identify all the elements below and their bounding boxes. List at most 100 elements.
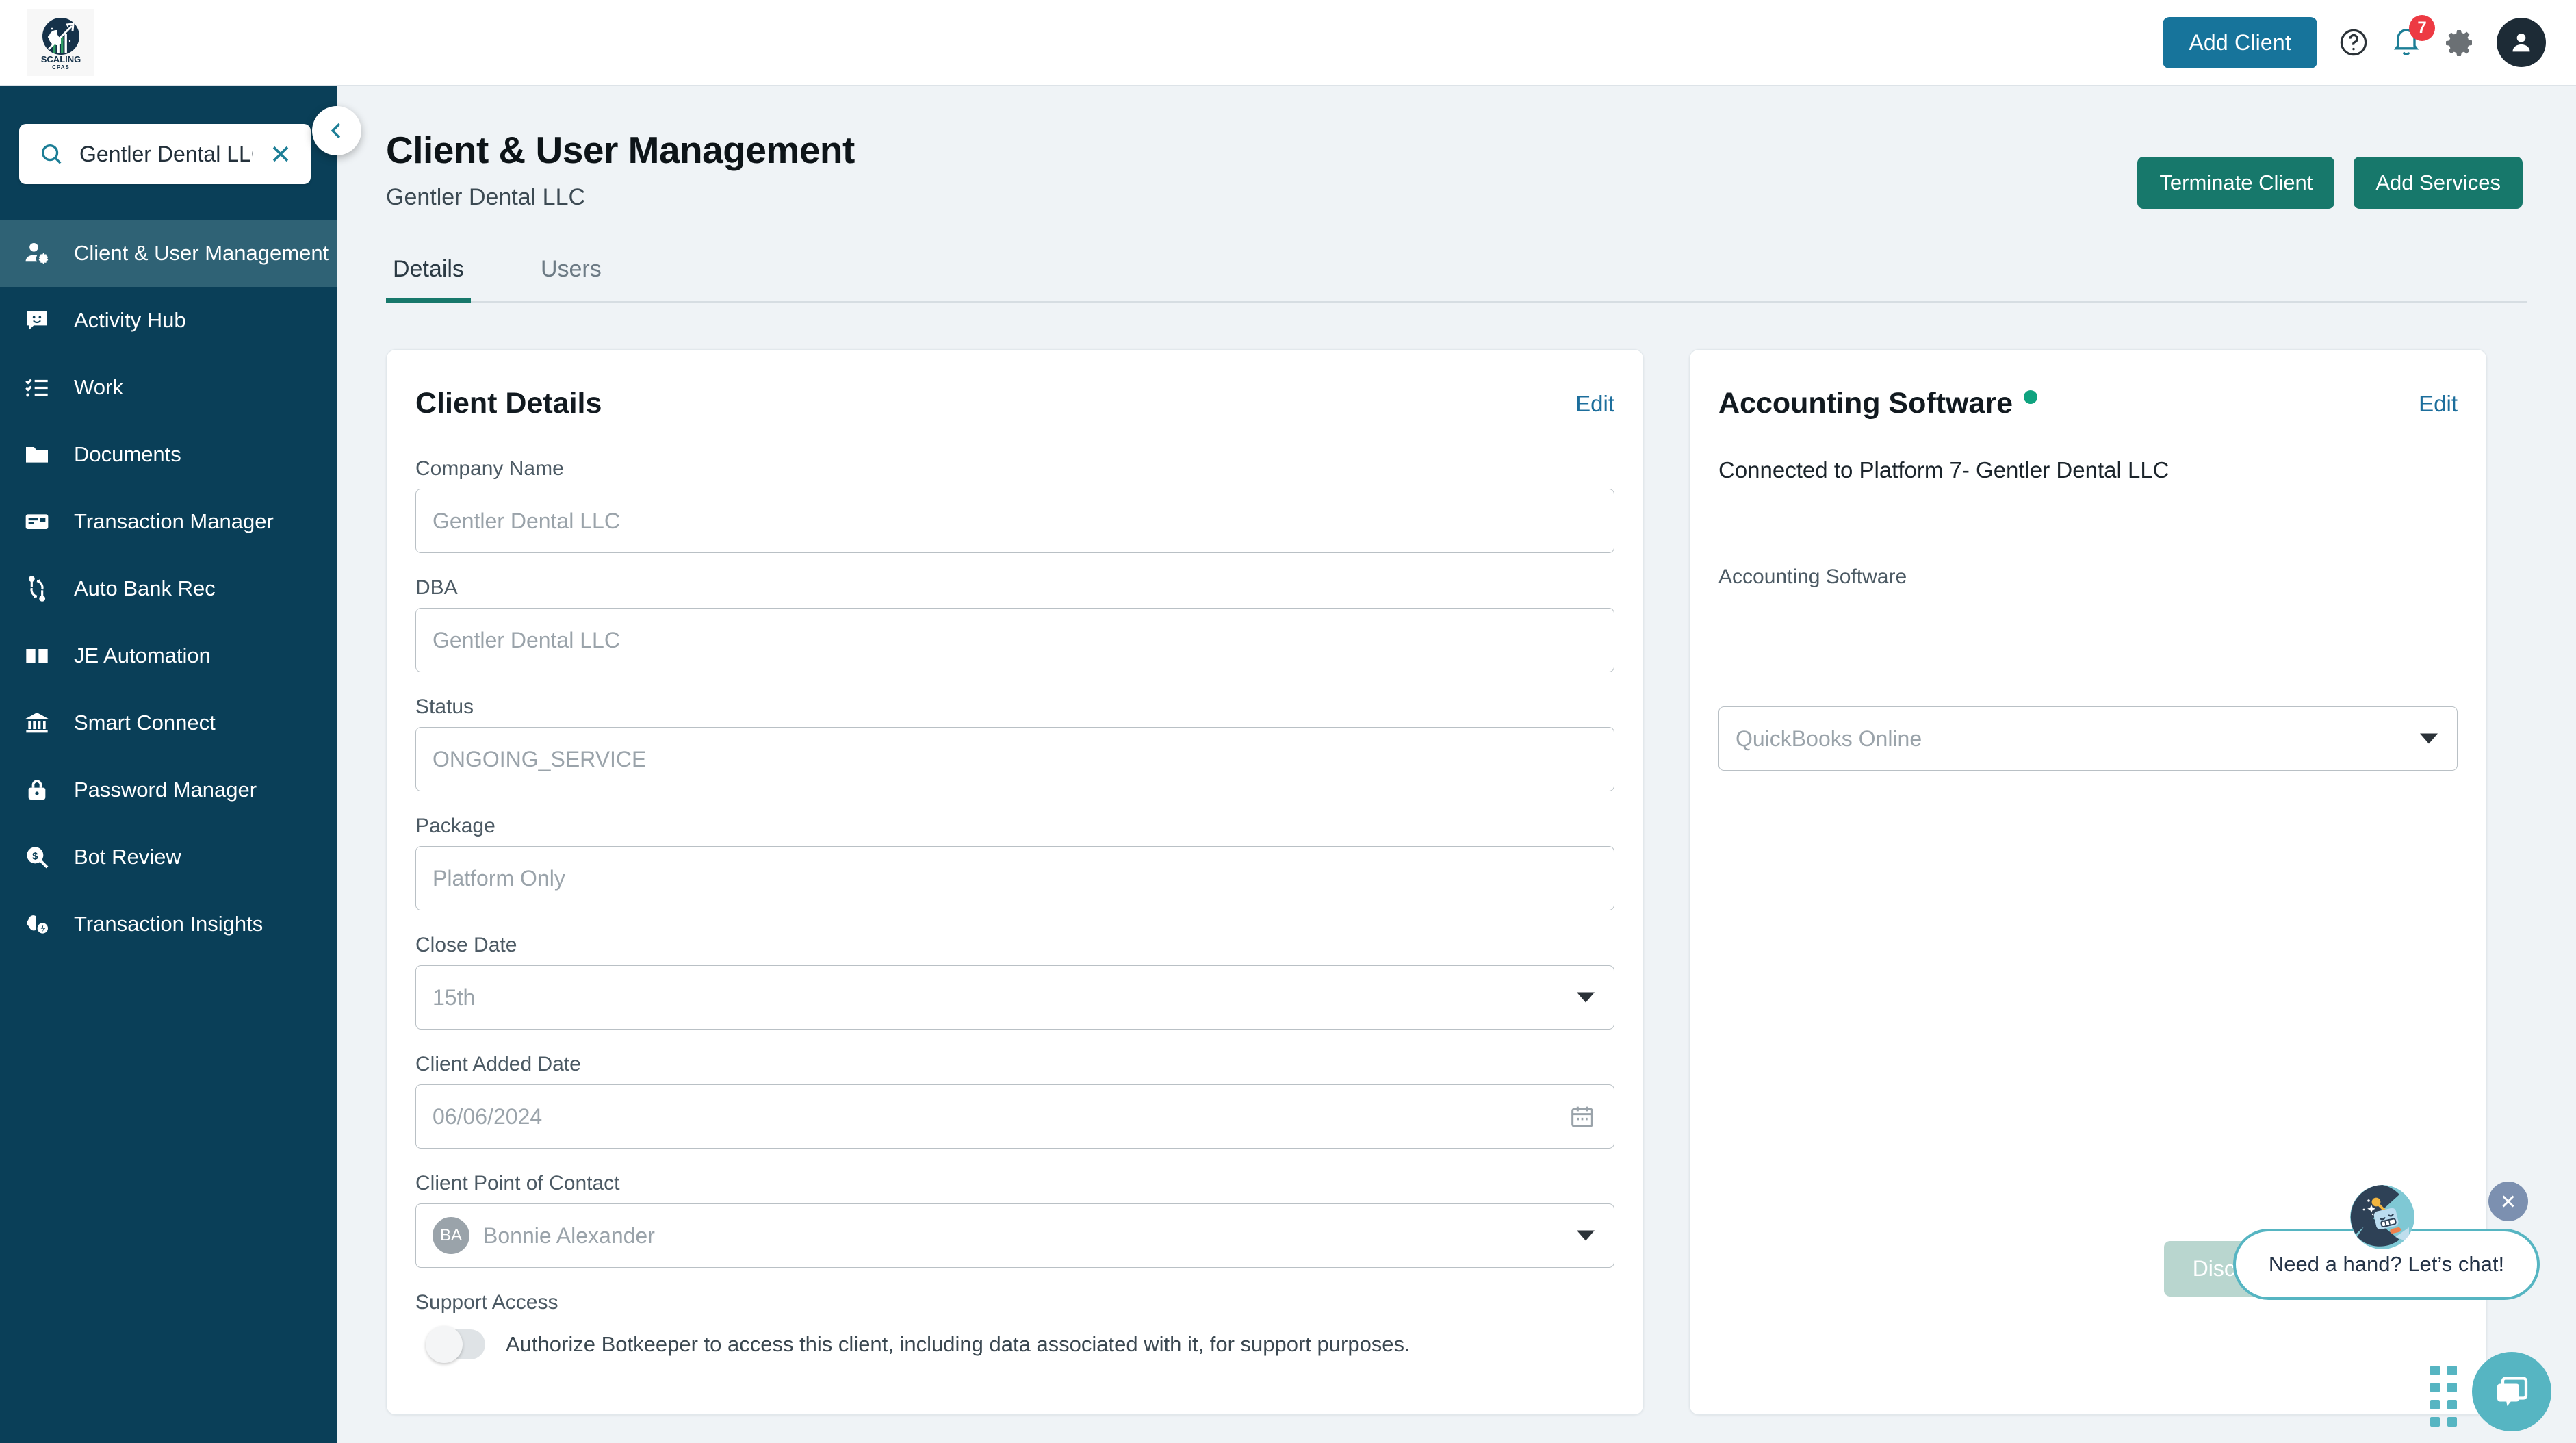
field-value: Gentler Dental LLC xyxy=(433,508,620,533)
sidebar-search[interactable] xyxy=(19,124,311,184)
support-access-toggle[interactable] xyxy=(426,1326,485,1363)
folder-icon xyxy=(21,441,53,468)
accounting-software-select-label: Accounting Software xyxy=(1718,565,1907,588)
drag-dots-icon xyxy=(2430,1383,2440,1392)
search-clear-button[interactable] xyxy=(268,142,293,166)
client-added-date-input[interactable]: 06/06/2024 xyxy=(415,1084,1614,1149)
sidebar-item-documents[interactable]: Documents xyxy=(0,421,337,488)
add-client-button[interactable]: Add Client xyxy=(2163,16,2317,68)
help-circle-icon[interactable] xyxy=(2338,27,2369,58)
drag-dots-icon xyxy=(2447,1417,2457,1427)
lock-icon xyxy=(21,776,53,804)
support-access-description: Authorize Botkeeper to access this clien… xyxy=(506,1332,1411,1356)
sidebar-item-label: Client & User Management xyxy=(74,241,329,265)
chevron-left-icon xyxy=(331,123,341,139)
sidebar-item-label: Activity Hub xyxy=(74,308,186,332)
field-label: DBA xyxy=(415,576,458,599)
search-icon xyxy=(41,144,62,164)
sidebar-item-bot-review[interactable]: $ Bot Review xyxy=(0,823,337,891)
tab-bar: Details Users xyxy=(386,244,2527,303)
search-input[interactable] xyxy=(79,141,253,167)
gear-icon[interactable] xyxy=(2443,26,2476,59)
help-circle-icon-glyph xyxy=(2340,29,2367,56)
brand-logo[interactable]: SCALING CPAS xyxy=(27,9,94,76)
field-value: Gentler Dental LLC xyxy=(433,627,620,652)
sync-arrows-icon xyxy=(21,575,53,602)
main-content: Client & User Management Gentler Dental … xyxy=(337,86,2576,1443)
chat-close-button[interactable] xyxy=(2488,1182,2528,1221)
accounting-software-title: Accounting Software xyxy=(1718,387,2013,420)
field-value: 15th xyxy=(433,984,476,1010)
chat-smile-icon xyxy=(21,307,53,334)
field-label: Close Date xyxy=(415,934,517,956)
sidebar-item-password-manager[interactable]: Password Manager xyxy=(0,756,337,823)
sidebar-item-activity-hub[interactable]: Activity Hub xyxy=(0,287,337,354)
sidebar-item-transaction-insights[interactable]: Transaction Insights xyxy=(0,891,337,958)
sidebar-item-label: Transaction Insights xyxy=(74,912,263,936)
client-details-title: Client Details xyxy=(415,387,602,420)
sidebar-collapse-button[interactable] xyxy=(312,106,361,155)
status-input[interactable]: ONGOING_SERVICE xyxy=(415,727,1614,791)
notification-badge: 7 xyxy=(2409,14,2435,41)
sidebar-item-label: Transaction Manager xyxy=(74,509,274,533)
add-services-button[interactable]: Add Services xyxy=(2354,157,2523,209)
field-label: Company Name xyxy=(415,457,564,480)
field-value: Bonnie Alexander xyxy=(483,1223,655,1248)
tab-details[interactable]: Details xyxy=(386,245,471,303)
field-value: QuickBooks Online xyxy=(1736,726,1922,751)
sidebar-item-transaction-manager[interactable]: Transaction Manager xyxy=(0,488,337,555)
close-date-select[interactable]: 15th xyxy=(415,965,1614,1030)
calendar-icon[interactable] xyxy=(1569,1103,1596,1130)
svg-text:SCALING: SCALING xyxy=(41,54,81,64)
accounting-software-edit-link[interactable]: Edit xyxy=(2419,391,2458,417)
sidebar-item-label: Auto Bank Rec xyxy=(74,576,216,600)
client-point-of-contact-select[interactable]: BA Bonnie Alexander xyxy=(415,1203,1614,1268)
package-input[interactable]: Platform Only xyxy=(415,846,1614,910)
field-status: Status ONGOING_SERVICE xyxy=(415,695,1614,791)
drag-dots-icon xyxy=(2447,1366,2457,1375)
user-avatar-button[interactable] xyxy=(2497,18,2546,67)
search-dollar-icon: $ xyxy=(21,843,53,871)
avatar: BA xyxy=(433,1217,469,1254)
field-client-point-of-contact: Client Point of Contact BA Bonnie Alexan… xyxy=(415,1172,1614,1268)
field-label: Status xyxy=(415,695,474,718)
dba-input[interactable]: Gentler Dental LLC xyxy=(415,608,1614,672)
page-subtitle: Gentler Dental LLC xyxy=(386,184,586,210)
field-value: ONGOING_SERVICE xyxy=(433,746,647,771)
field-label: Support Access xyxy=(415,1291,558,1314)
accounting-connected-text: Connected to Platform 7- Gentler Dental … xyxy=(1718,457,2169,483)
scaling-cpas-logo-icon: SCALING CPAS xyxy=(41,18,81,71)
chevron-down-icon xyxy=(1577,1230,1595,1241)
top-bar: SCALING CPAS Add Client 7 xyxy=(0,0,2576,86)
accounting-software-card-header: Accounting Software Edit xyxy=(1718,387,2458,420)
chat-open-button[interactable] xyxy=(2472,1352,2551,1431)
sidebar-item-label: JE Automation xyxy=(74,643,211,667)
status-badge xyxy=(2024,390,2038,404)
tab-users[interactable]: Users xyxy=(534,245,608,303)
page-title: Client & User Management xyxy=(386,129,855,171)
robot-avatar-icon-glyph xyxy=(2350,1185,2414,1249)
sidebar-item-label: Smart Connect xyxy=(74,711,216,735)
field-value: 06/06/2024 xyxy=(433,1103,543,1129)
robot-avatar-icon[interactable] xyxy=(2350,1185,2414,1249)
chat-drag-handle[interactable] xyxy=(2430,1366,2457,1427)
sidebar-item-je-automation[interactable]: JE Automation xyxy=(0,622,337,689)
sidebar-item-work[interactable]: Work xyxy=(0,354,337,421)
company-name-input[interactable]: Gentler Dental LLC xyxy=(415,489,1614,553)
client-details-edit-link[interactable]: Edit xyxy=(1575,391,1614,417)
field-label: Package xyxy=(415,815,495,837)
chevron-down-icon xyxy=(1577,992,1595,1003)
drag-dots-icon xyxy=(2447,1400,2457,1409)
sidebar-nav: Client & User Management Activity Hub Wo… xyxy=(0,220,337,958)
notifications-button[interactable]: 7 xyxy=(2390,14,2435,61)
sidebar-item-auto-bank-rec[interactable]: Auto Bank Rec xyxy=(0,555,337,622)
checklist-icon xyxy=(21,374,53,401)
bank-icon xyxy=(21,709,53,737)
sidebar-item-smart-connect[interactable]: Smart Connect xyxy=(0,689,337,756)
svg-text:$: $ xyxy=(32,851,38,863)
terminate-client-button[interactable]: Terminate Client xyxy=(2137,157,2335,209)
field-dba: DBA Gentler Dental LLC xyxy=(415,576,1614,672)
accounting-software-select[interactable]: QuickBooks Online xyxy=(1718,706,2458,771)
sidebar-item-client-user-management[interactable]: Client & User Management xyxy=(0,220,337,287)
field-value: Platform Only xyxy=(433,865,565,891)
